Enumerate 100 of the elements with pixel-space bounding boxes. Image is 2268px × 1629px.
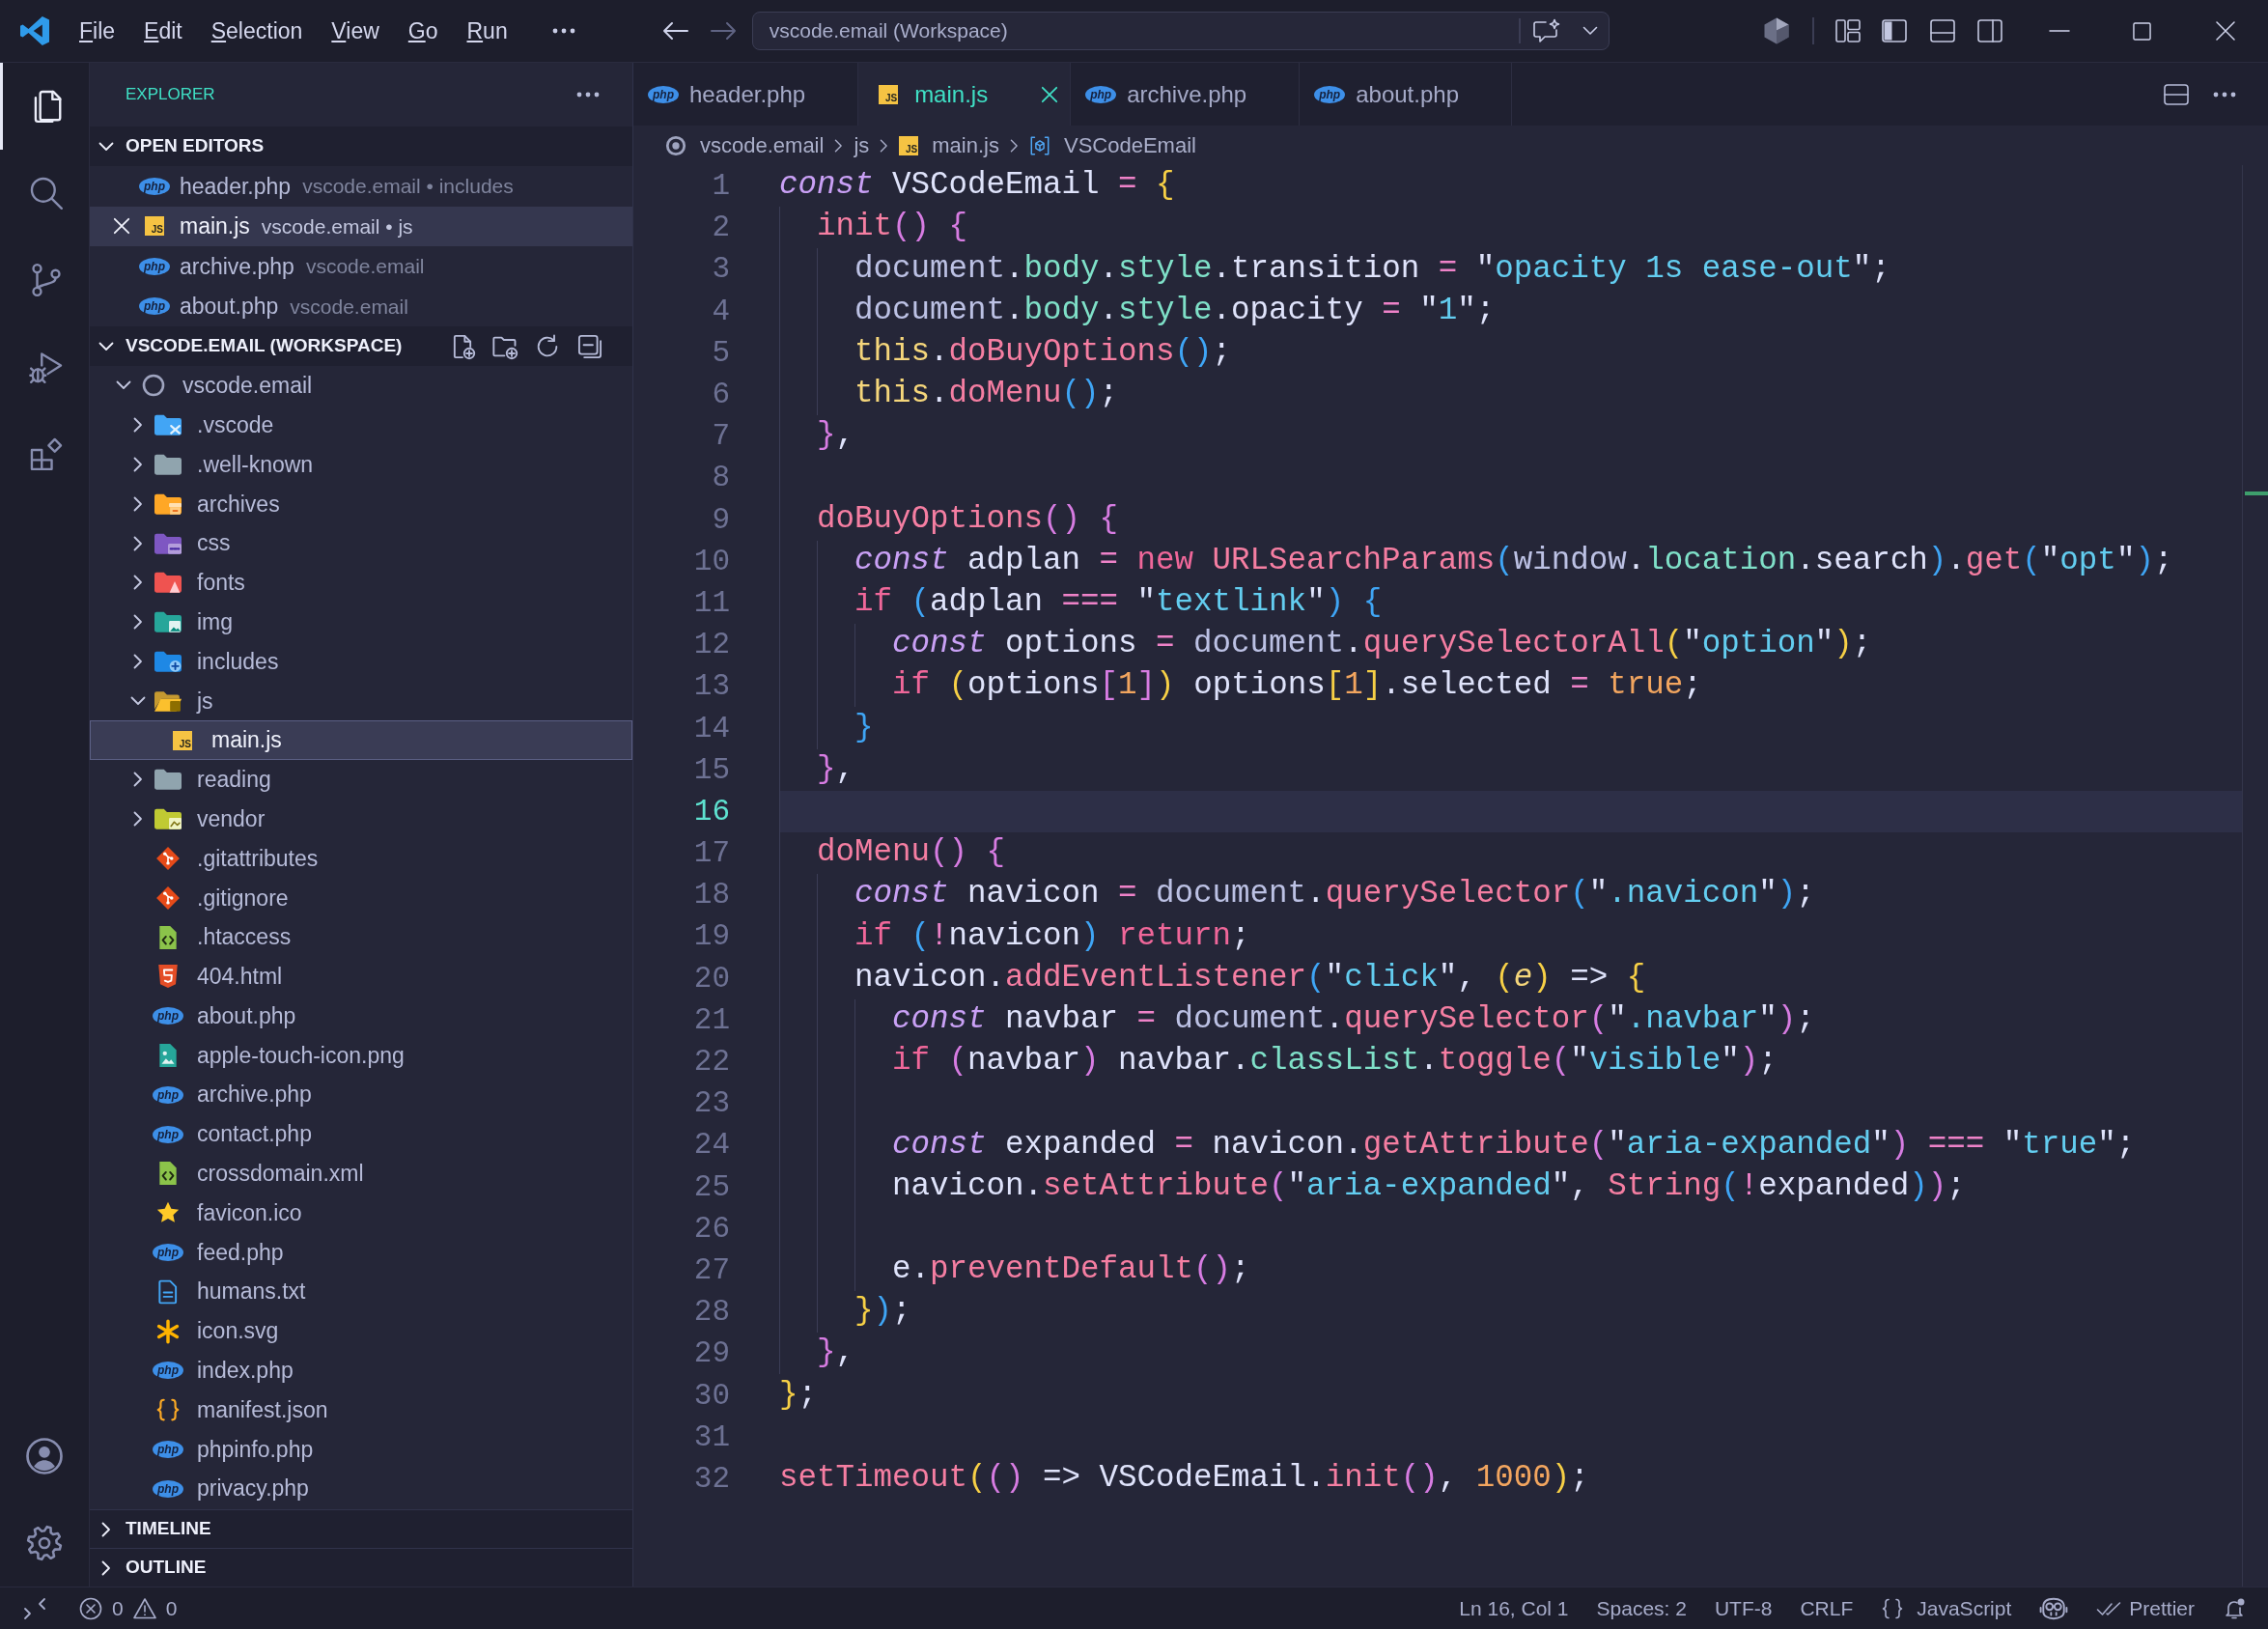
tree-item[interactable]: php archive.php: [153, 1075, 312, 1115]
breadcrumb-item[interactable]: VSCodeEmail: [1028, 129, 1196, 161]
close-icon[interactable]: [1041, 85, 1059, 103]
code-line: const options = document.querySelectorAll("option");: [779, 624, 2242, 666]
arrow-left-icon[interactable]: [661, 21, 689, 41]
sidebar-right-icon[interactable]: [1975, 18, 2003, 43]
tree-item[interactable]: reading: [124, 759, 271, 800]
menu-item[interactable]: Go: [393, 8, 453, 54]
menu-item[interactable]: File: [65, 8, 130, 54]
cube-icon[interactable]: [1761, 16, 1791, 45]
collapse-all-icon[interactable]: [576, 332, 603, 360]
git-diamond-icon: [155, 885, 181, 911]
line-number: 30: [693, 1380, 730, 1411]
chat-sparkle-icon[interactable]: [1531, 18, 1561, 43]
file-type-badge: php: [153, 1085, 183, 1104]
more-icon[interactable]: [576, 92, 600, 98]
chevrons-icon[interactable]: [23, 1596, 46, 1620]
status-item[interactable]: CRLF: [1800, 1592, 1854, 1624]
tree-item[interactable]: php index.php: [153, 1350, 294, 1390]
tree-item[interactable]: php privacy.php: [153, 1469, 309, 1509]
tree-item[interactable]: JS main.js: [90, 720, 632, 760]
open-editor-item[interactable]: php about.php vscode.email: [139, 286, 408, 326]
close-icon[interactable]: [2215, 21, 2235, 41]
tree-item[interactable]: img: [124, 602, 234, 642]
minimize-icon[interactable]: [2048, 30, 2070, 32]
section-header[interactable]: VSCODE.EMAIL (WORKSPACE): [90, 326, 632, 366]
tree-item[interactable]: .well-known: [124, 444, 314, 485]
open-editor-item[interactable]: php archive.php vscode.email: [139, 246, 425, 287]
folder-icon: [154, 808, 182, 830]
tree-item[interactable]: .vscode: [124, 405, 274, 445]
tree-item[interactable]: css: [124, 523, 231, 563]
settings-icon[interactable]: [26, 1525, 63, 1561]
tree-item[interactable]: .gitattributes: [153, 838, 319, 879]
code-line: },: [779, 1333, 2242, 1375]
tree-item[interactable]: archives: [124, 484, 280, 524]
tree-item[interactable]: humans.txt: [153, 1272, 306, 1312]
tree-item[interactable]: php feed.php: [153, 1232, 284, 1273]
file-type-badge: php: [1314, 85, 1346, 103]
sidebar-left-icon[interactable]: [1880, 18, 1908, 43]
file-type-badge: JS: [879, 84, 899, 104]
bell-dot-icon[interactable]: [2223, 1596, 2246, 1620]
layout-icon[interactable]: [1834, 18, 1862, 43]
more-icon[interactable]: [551, 28, 575, 34]
line-number: 2: [712, 212, 730, 243]
breadcrumb-item[interactable]: js: [854, 129, 870, 161]
tree-item[interactable]: fonts: [124, 563, 245, 603]
tree-item[interactable]: includes: [124, 641, 279, 682]
tree-item[interactable]: js: [124, 681, 213, 721]
section-header[interactable]: OUTLINE: [90, 1548, 632, 1587]
menu-item[interactable]: Selection: [196, 8, 318, 54]
maximize-icon[interactable]: [2133, 21, 2152, 41]
robot-face-icon[interactable]: [2039, 1595, 2069, 1621]
open-editor-item[interactable]: JS main.js vscode.email • js: [90, 206, 632, 246]
tree-item[interactable]: apple-touch-icon.png: [153, 1035, 405, 1076]
tree-item[interactable]: manifest.json: [153, 1390, 328, 1430]
section-header[interactable]: OPEN EDITORS: [90, 126, 632, 166]
line-number: 11: [693, 587, 730, 618]
tree-item[interactable]: vendor: [124, 799, 266, 839]
menu-item[interactable]: Edit: [129, 8, 197, 54]
code-line: document.body.style.opacity = "1";: [779, 290, 2242, 332]
tree-item[interactable]: vscode.email: [109, 366, 313, 406]
menu-item[interactable]: Run: [452, 8, 522, 54]
folder-icon: [154, 454, 182, 475]
git-diamond-icon: [155, 845, 181, 871]
account-icon[interactable]: [25, 1437, 64, 1475]
line-number: 21: [693, 1004, 730, 1035]
tree-item[interactable]: 404.html: [153, 956, 283, 997]
panel-bottom-icon[interactable]: [1928, 18, 1956, 43]
tree-item[interactable]: php about.php: [153, 996, 296, 1036]
file-path-description: vscode.email • includes: [302, 174, 514, 199]
tree-item[interactable]: php contact.php: [153, 1114, 312, 1154]
shield-icon: [155, 964, 181, 990]
tree-item[interactable]: .gitignore: [153, 878, 289, 918]
status-item[interactable]: Prettier: [2096, 1592, 2195, 1624]
split-editor-icon[interactable]: [2163, 82, 2190, 106]
section-header[interactable]: TIMELINE: [90, 1509, 632, 1548]
status-item[interactable]: Ln 16, Col 1: [1459, 1592, 1569, 1624]
tree-item[interactable]: icon.svg: [153, 1311, 279, 1351]
more-icon[interactable]: [2213, 91, 2236, 98]
file-type-badge: php: [153, 1007, 183, 1025]
breadcrumb-item[interactable]: vscode.email: [665, 129, 825, 161]
code-line: const expanded = navicon.getAttribute("aria-expanded") === "true";: [779, 1124, 2242, 1166]
file-type-badge: php: [153, 1243, 183, 1261]
chevron-down-icon[interactable]: [1582, 26, 1598, 36]
tree-item[interactable]: .htaccess: [153, 917, 292, 957]
tree-item[interactable]: crossdomain.xml: [153, 1153, 364, 1194]
status-item[interactable]: UTF-8: [1714, 1592, 1773, 1624]
status-item[interactable]: Spaces: 2: [1596, 1592, 1687, 1624]
status-item[interactable]: JavaScript: [1881, 1592, 2012, 1624]
menu-item[interactable]: View: [317, 8, 394, 54]
chevron-right-icon: [834, 138, 844, 153]
breadcrumb-item[interactable]: JS main.js: [899, 129, 999, 161]
code-line: doMenu() {: [779, 832, 2242, 875]
editor-tab[interactable]: JS main.js: [858, 63, 1072, 126]
line-number: 26: [693, 1213, 730, 1244]
tree-item[interactable]: favicon.ico: [153, 1193, 302, 1233]
open-editor-item[interactable]: php header.php vscode.email • includes: [139, 166, 514, 207]
tree-item[interactable]: php phpinfo.php: [153, 1429, 314, 1470]
command-center[interactable]: vscode.email (Workspace): [751, 12, 1610, 50]
line-number: 14: [693, 713, 730, 744]
